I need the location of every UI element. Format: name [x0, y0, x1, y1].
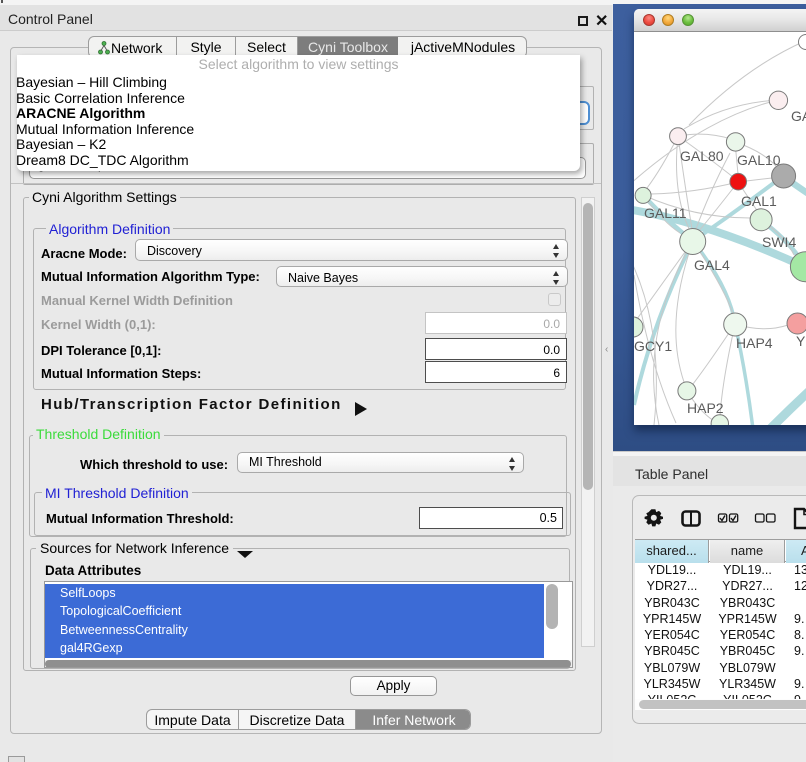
svg-text:GAL4: GAL4 [694, 257, 730, 273]
svg-text:GAL11: GAL11 [644, 205, 687, 221]
svg-text:GAL80: GAL80 [680, 148, 724, 164]
svg-text:GCY1: GCY1 [634, 338, 672, 354]
svg-text:GAL: GAL [791, 108, 806, 124]
svg-text:GAL1: GAL1 [741, 193, 777, 209]
svg-text:HAP2: HAP2 [687, 400, 724, 416]
svg-text:Y: Y [796, 333, 806, 349]
svg-text:GAL10: GAL10 [737, 152, 781, 168]
svg-text:SWI4: SWI4 [762, 234, 796, 250]
svg-text:HAP4: HAP4 [736, 335, 773, 351]
